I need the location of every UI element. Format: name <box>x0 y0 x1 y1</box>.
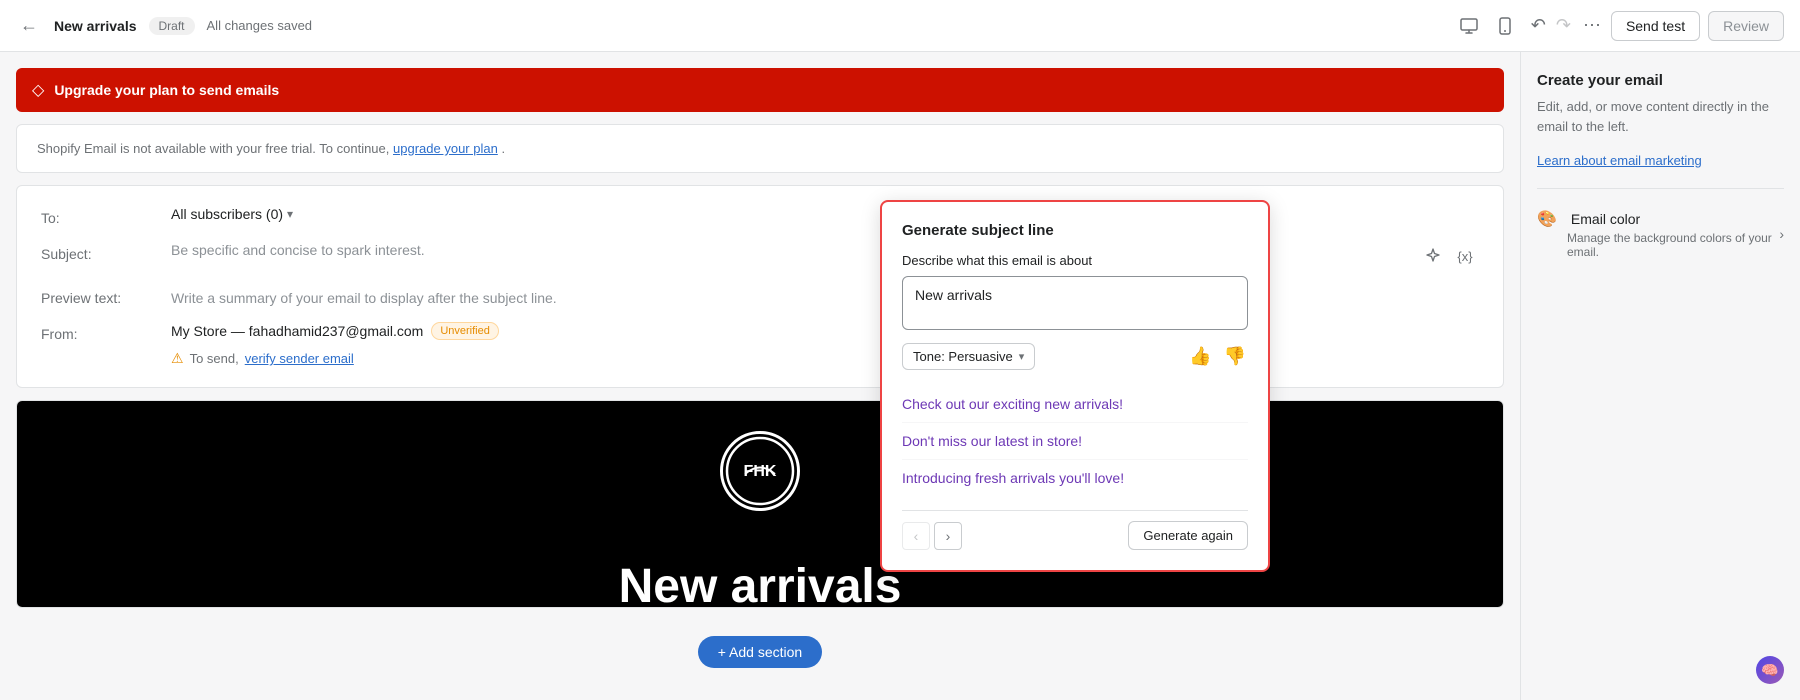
learn-email-marketing-link[interactable]: Learn about email marketing <box>1537 153 1702 168</box>
tone-selector[interactable]: Tone: Persuasive ▾ <box>902 343 1035 370</box>
draft-badge: Draft <box>149 17 195 35</box>
saved-status: All changes saved <box>207 18 313 33</box>
to-dropdown-arrow: ▾ <box>287 207 293 221</box>
verify-prompt-text: To send, <box>190 351 239 366</box>
review-button: Review <box>1708 11 1784 41</box>
pagination-buttons: ‹ › <box>902 522 962 550</box>
mobile-view-button[interactable] <box>1491 12 1519 40</box>
generate-subject-popup: Generate subject line Describe what this… <box>880 200 1270 572</box>
tone-label: Tone: Persuasive <box>913 349 1013 364</box>
redo-button[interactable]: ↷ <box>1552 11 1575 40</box>
email-color-title: Email color <box>1571 211 1640 227</box>
subject-label: Subject: <box>41 242 171 262</box>
subject-input[interactable]: Be specific and concise to spark interes… <box>171 238 425 258</box>
thumbs-down-button[interactable]: 👎 <box>1222 344 1248 369</box>
email-color-arrow-icon: › <box>1779 226 1784 242</box>
create-email-desc: Edit, add, or move content directly in t… <box>1537 97 1784 136</box>
main-layout: ◇ Upgrade your plan to send emails Shopi… <box>0 52 1800 700</box>
undo-button[interactable]: ↶ <box>1527 11 1550 40</box>
right-divider <box>1537 188 1784 189</box>
upgrade-banner: ◇ Upgrade your plan to send emails <box>16 68 1504 112</box>
suggestion-1[interactable]: Check out our exciting new arrivals! <box>902 386 1248 423</box>
upgrade-notice-text-before: Shopify Email is not available with your… <box>37 141 389 156</box>
unverified-badge: Unverified <box>431 322 499 340</box>
generate-footer: ‹ › Generate again <box>902 510 1248 550</box>
editor-panel: ◇ Upgrade your plan to send emails Shopi… <box>0 52 1520 700</box>
warning-icon: ⚠ <box>171 350 184 367</box>
preview-text-input[interactable]: Write a summary of your email to display… <box>171 286 1479 306</box>
suggestion-3[interactable]: Introducing fresh arrivals you'll love! <box>902 460 1248 496</box>
right-panel: Create your email Edit, add, or move con… <box>1520 52 1800 700</box>
to-dropdown[interactable]: All subscribers (0) ▾ <box>171 206 293 222</box>
upgrade-plan-link[interactable]: upgrade your plan <box>393 141 498 156</box>
from-label: From: <box>41 322 171 342</box>
thumbs-up-button[interactable]: 👍 <box>1187 344 1213 369</box>
email-color-section[interactable]: 🎨 Email color Manage the background colo… <box>1537 209 1784 259</box>
suggestions-list: Check out our exciting new arrivals! Don… <box>902 386 1248 496</box>
store-logo: FHK <box>720 431 800 511</box>
from-value: My Store — fahadhamid237@gmail.com Unver… <box>171 322 1479 340</box>
top-nav: ← New arrivals Draft All changes saved ↶… <box>0 0 1800 52</box>
tone-row: Tone: Persuasive ▾ 👍 👎 <box>902 343 1248 370</box>
to-label: To: <box>41 206 171 226</box>
email-form-card: To: All subscribers (0) ▾ Subject: Be sp… <box>16 185 1504 388</box>
verify-sender-link[interactable]: verify sender email <box>245 351 354 366</box>
add-section-row: + Add section <box>16 620 1504 684</box>
ai-icon[interactable]: 🧠 <box>1756 656 1784 684</box>
prev-page-button[interactable]: ‹ <box>902 522 930 550</box>
describe-label: Describe what this email is about <box>902 253 1248 268</box>
popup-title: Generate subject line <box>902 222 1248 239</box>
page-title: New arrivals <box>54 18 137 34</box>
more-options-button[interactable]: ⋯ <box>1583 15 1603 36</box>
logo-area: FHK <box>17 401 1503 541</box>
upgrade-notice-text-after: . <box>501 141 505 156</box>
send-test-button[interactable]: Send test <box>1611 11 1700 41</box>
create-email-title: Create your email <box>1537 72 1784 89</box>
preview-label: Preview text: <box>41 286 171 306</box>
from-email: My Store — fahadhamid237@gmail.com <box>171 323 423 339</box>
generate-again-button[interactable]: Generate again <box>1128 521 1248 550</box>
palette-icon: 🎨 <box>1537 209 1557 229</box>
next-page-button[interactable]: › <box>934 522 962 550</box>
tone-arrow-icon: ▾ <box>1019 350 1025 363</box>
to-subscribers: All subscribers (0) <box>171 206 283 222</box>
back-button[interactable]: ← <box>16 11 42 40</box>
upgrade-icon: ◇ <box>32 80 44 100</box>
ai-assistant-button[interactable]: 🧠 <box>1756 656 1784 684</box>
email-color-info: 🎨 Email color Manage the background colo… <box>1537 209 1779 259</box>
ai-subject-button[interactable] <box>1419 242 1447 270</box>
hero-text-area: New arrivals this season <box>17 541 1503 608</box>
add-section-button[interactable]: + Add section <box>698 636 822 668</box>
upgrade-text: Upgrade your plan to send emails <box>54 82 279 98</box>
upgrade-notice: Shopify Email is not available with your… <box>16 124 1504 173</box>
describe-input[interactable] <box>902 276 1248 330</box>
email-color-desc: Manage the background colors of your ema… <box>1537 231 1779 259</box>
to-value: All subscribers (0) ▾ <box>171 206 1479 222</box>
subject-icons: {x} <box>1419 242 1479 270</box>
create-email-section: Create your email Edit, add, or move con… <box>1537 72 1784 168</box>
desktop-view-button[interactable] <box>1455 12 1483 40</box>
thumbs: 👍 👎 <box>1187 344 1248 369</box>
suggestion-2[interactable]: Don't miss our latest in store! <box>902 423 1248 460</box>
nav-icons: ↶ ↷ ⋯ Send test Review <box>1455 11 1784 41</box>
email-preview: FHK New arrivals this season <box>16 400 1504 608</box>
personalize-subject-button[interactable]: {x} <box>1451 242 1479 270</box>
